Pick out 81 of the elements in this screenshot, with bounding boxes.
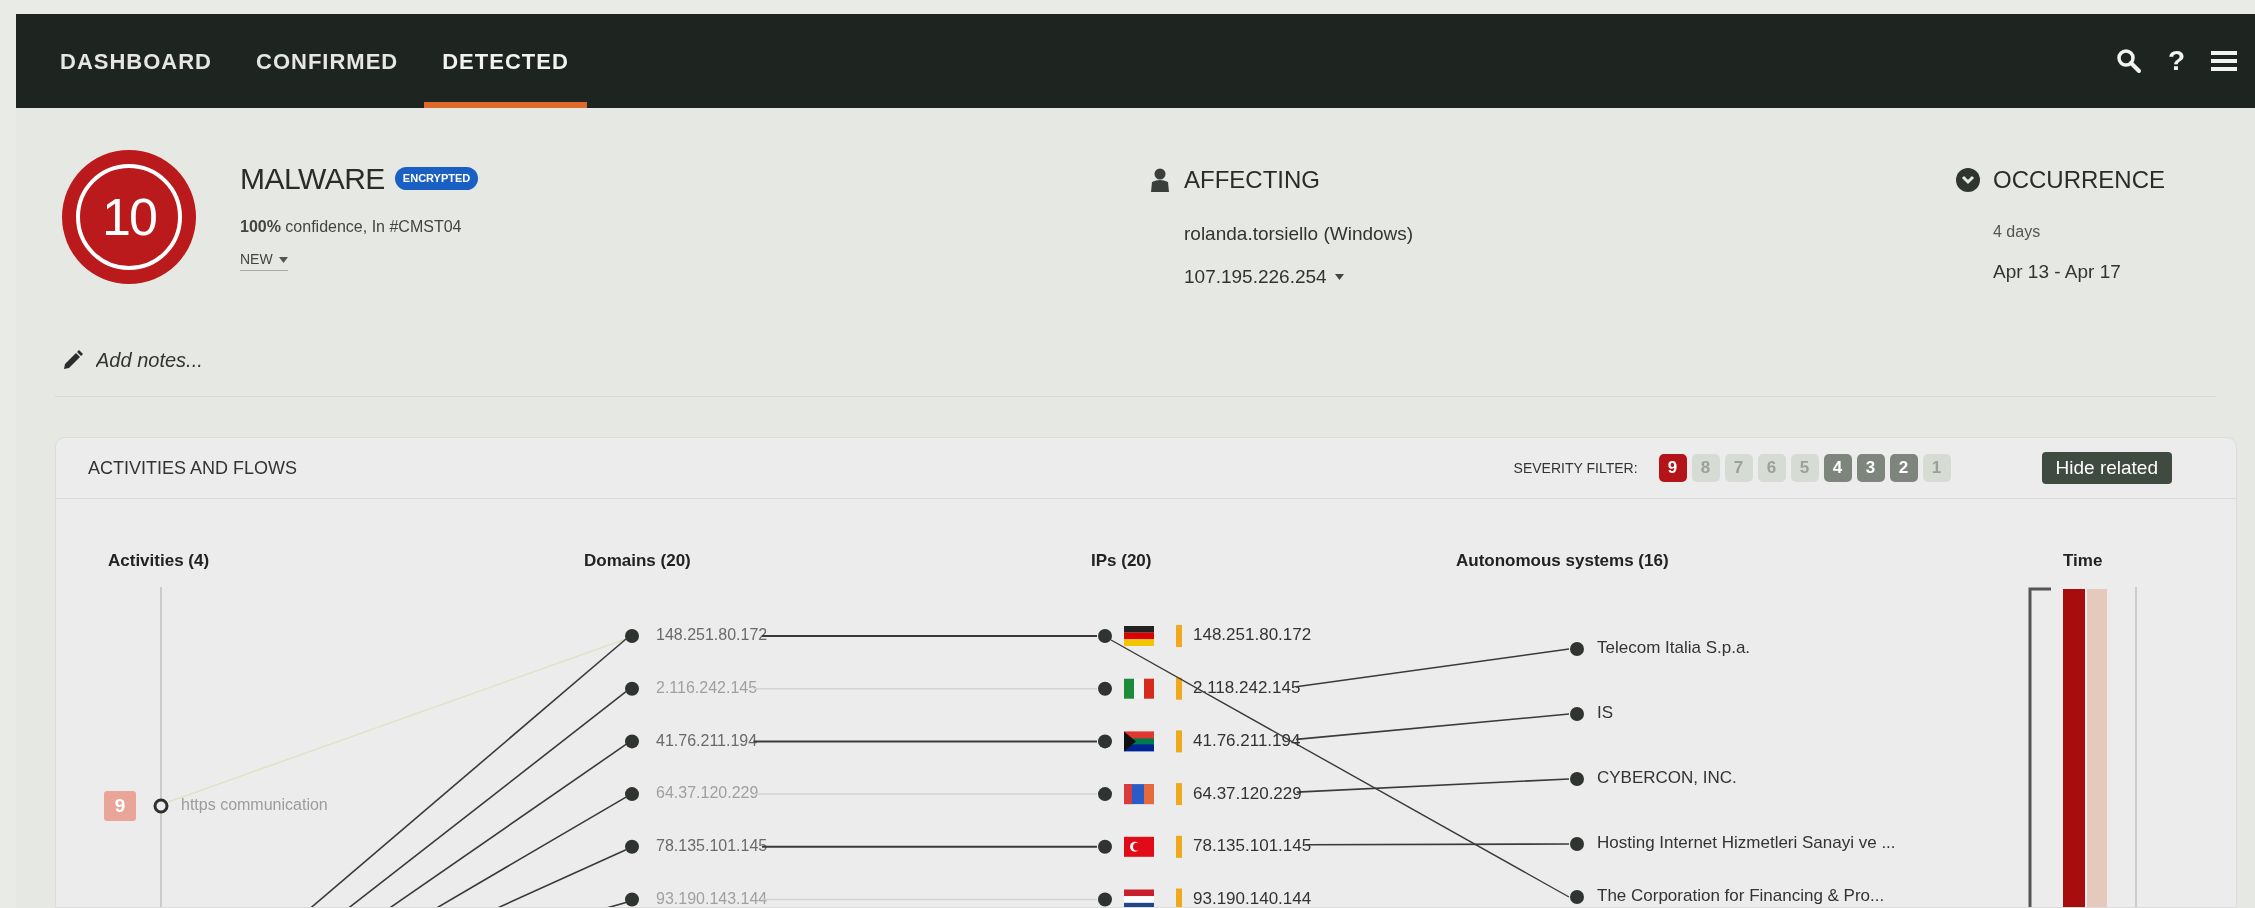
domain-label: 78.135.101.145 [656,837,768,855]
pencil-icon [62,349,84,371]
indicator-icon [1176,888,1182,907]
graph-node[interactable] [1098,681,1112,696]
activity-label: https communication [181,796,328,814]
ip-label: 78.135.101.145 [1193,836,1312,856]
confidence-text: 100% confidence, In #CMST04 [240,217,463,237]
severity-score: 10 [102,187,156,248]
indicator-icon [1176,783,1182,806]
graph-node[interactable] [1570,837,1584,851]
severity-filter-button[interactable]: 4 [1823,454,1852,482]
search-icon[interactable] [2115,48,2142,74]
as-label: Hosting Internet Hizmetleri Sanayi ve ... [1597,833,1896,853]
indicator-icon [1176,835,1182,858]
graph-node[interactable] [625,892,639,907]
severity-filter-button[interactable]: 9 [1658,454,1687,482]
flag-icon [1124,784,1154,805]
as-label: IS [1597,703,1614,723]
caret-icon [1334,273,1344,280]
help-button[interactable]: ? [2167,40,2185,82]
domain-label: 93.190.143.144 [656,889,768,907]
graph-node[interactable] [625,839,639,854]
indicator-icon [1176,677,1182,700]
affected-user: rolanda.torsiello (Windows) [1184,222,1415,246]
ip-label: 148.251.80.172 [1193,625,1312,645]
severity-tag: 9 [104,791,136,821]
ip-dropdown[interactable]: 107.195.226.254 [1184,262,1344,291]
flag-icon [1124,889,1154,907]
domain-label: 41.76.211.194 [656,731,758,749]
domain-label: 64.37.120.229 [656,784,759,802]
as-label: The Corporation for Financing & Pro... [1597,886,1885,906]
hide-related-button[interactable]: Hide related [2041,452,2172,484]
as-label: Telecom Italia S.p.a. [1597,638,1751,658]
date-range: Apr 13 - Apr 17 [1993,260,2122,284]
graph-node[interactable] [1570,772,1584,786]
threat-title: MALWARE [240,161,385,197]
as-label: CYBERCON, INC. [1597,768,1737,788]
domain-label: 148.251.80.172 [656,626,768,644]
graph-node[interactable] [625,681,639,696]
card-title: ACTIVITIES AND FLOWS [88,456,298,480]
occurrence-heading: OCCURRENCE [1993,165,2165,195]
encrypted-tag: ENCRYPTED [394,167,479,190]
flag-icon [1124,678,1154,699]
flag-icon [1124,731,1154,752]
graph-node[interactable] [1098,787,1112,802]
graph-node[interactable] [625,734,639,749]
graph-node[interactable] [1098,734,1112,749]
indicator-icon [1176,625,1182,647]
column-heading: IPs (20) [1091,551,1152,571]
clock-icon [1955,167,1981,193]
ip-label: 93.190.140.144 [1193,889,1312,907]
graph-node[interactable] [625,629,639,643]
severity-filter-button[interactable]: 3 [1856,454,1885,482]
ip-label: 64.37.120.229 [1193,783,1302,803]
indicator-icon [1176,730,1182,753]
graph-node[interactable] [1098,839,1112,854]
severity-filter-label: SEVERITY FILTER: [1513,458,1638,478]
column-heading: Domains (20) [584,551,691,571]
graph-node[interactable] [153,798,169,814]
flag-icon [1124,836,1154,857]
ip-label: 2.118.242.145 [1193,678,1301,698]
graph-node[interactable] [1570,707,1584,721]
graph-node[interactable] [1098,629,1112,643]
duration-text: 4 days [1993,222,2042,242]
graph-node[interactable] [1570,642,1584,656]
column-heading: Autonomous systems (16) [1456,551,1669,571]
caret-icon [278,256,288,263]
status-dropdown[interactable]: NEW [240,249,288,271]
graph-node[interactable] [625,787,639,802]
graph-node[interactable] [1570,890,1584,904]
nav-tab[interactable]: DASHBOARD [42,14,230,108]
user-icon [1150,168,1170,192]
affecting-heading: AFFECTING [1184,165,1320,195]
nav-tab[interactable]: CONFIRMED [238,14,417,108]
graph-node[interactable] [1098,892,1112,907]
domain-label: 2.116.242.145 [656,678,758,696]
column-heading: Time [2063,551,2103,571]
menu-icon[interactable] [2211,50,2237,72]
flag-icon [1124,626,1154,646]
column-heading: Activities (4) [108,551,210,571]
severity-filter-button[interactable]: 2 [1889,454,1918,482]
